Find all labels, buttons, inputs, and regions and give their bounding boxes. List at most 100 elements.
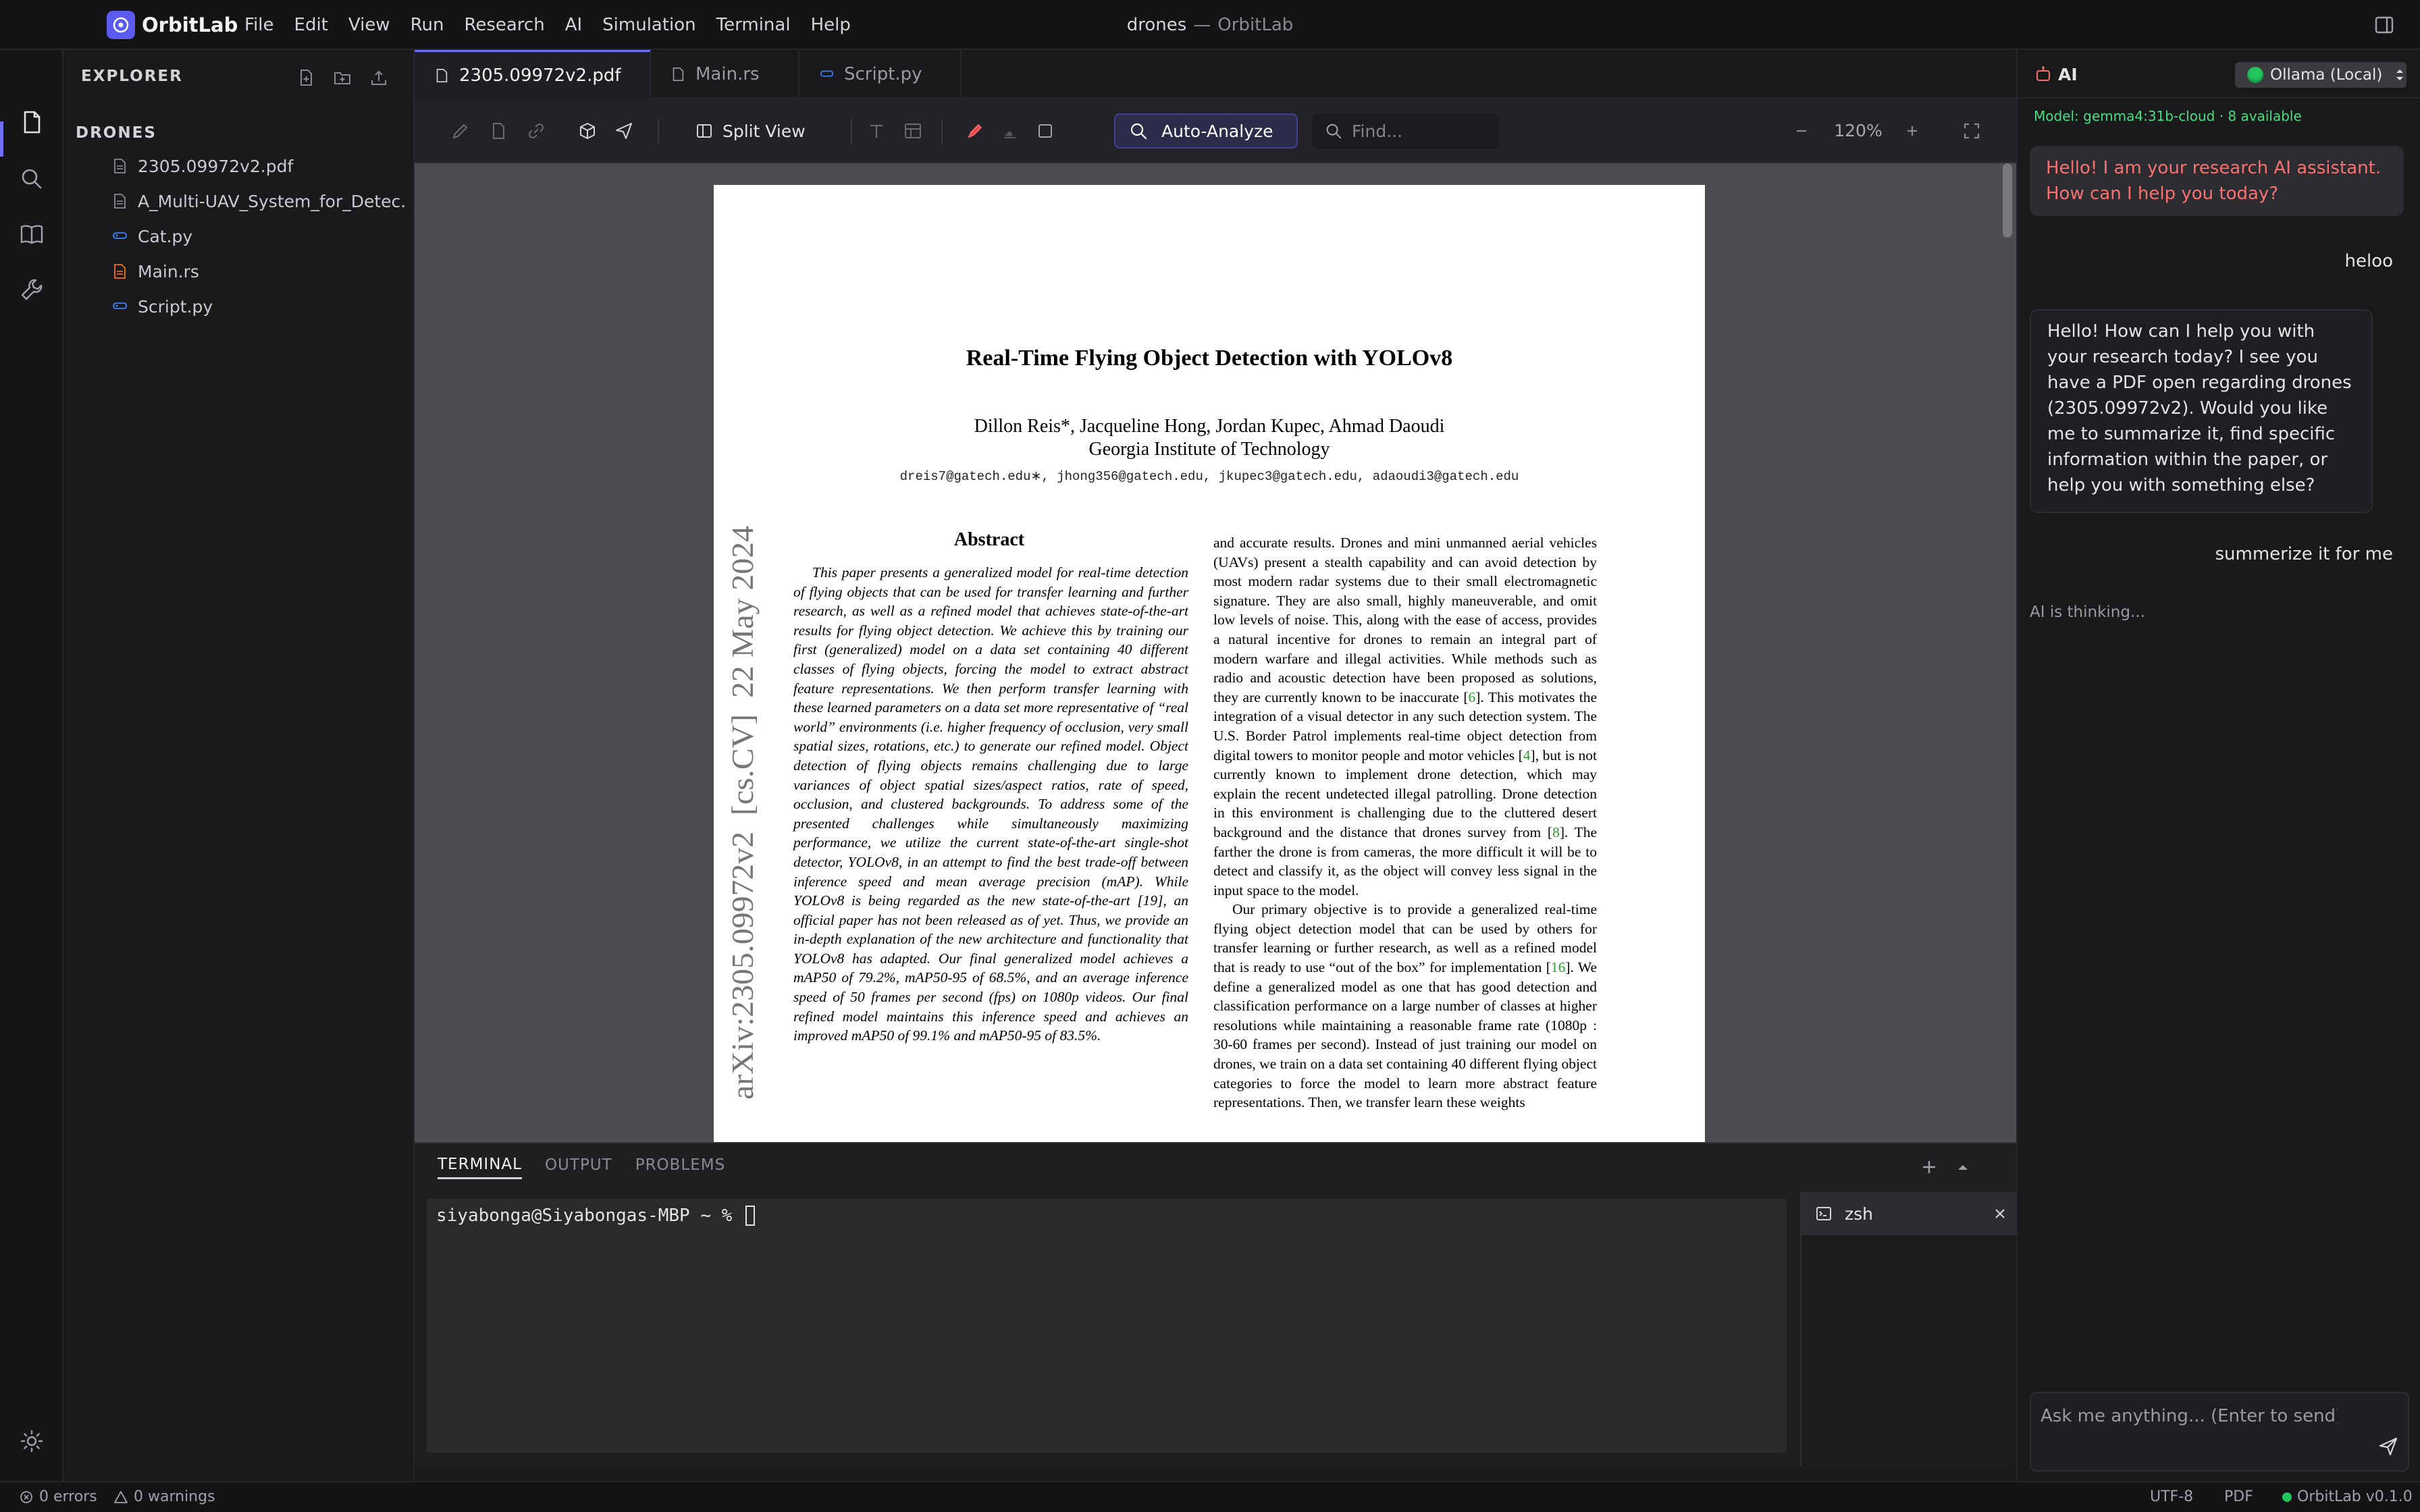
highlighter-icon[interactable] — [963, 119, 987, 143]
toolbar-divider — [851, 119, 852, 143]
book-icon[interactable] — [15, 217, 49, 251]
user-message: summerize it for me — [2215, 544, 2393, 564]
tab-pdf[interactable]: 2305.09972v2.pdf — [415, 50, 651, 99]
toolbar-divider — [941, 119, 943, 143]
collapse-panel-icon[interactable] — [1951, 1156, 1974, 1179]
ai-message: Hello! How can I help you with your rese… — [2030, 309, 2373, 513]
upload-icon[interactable] — [367, 66, 390, 89]
page-icon[interactable] — [486, 119, 510, 143]
auto-analyze-button[interactable]: Auto-Analyze — [1114, 113, 1298, 148]
tab-terminal[interactable]: TERMINAL — [438, 1156, 522, 1179]
citation-link[interactable]: 6 — [1468, 689, 1475, 705]
new-file-icon[interactable] — [294, 66, 317, 89]
new-folder-icon[interactable] — [331, 66, 354, 89]
zoom-level: 120% — [1834, 121, 1883, 140]
model-status: Model: gemma4:31b-cloud · 8 available — [2034, 108, 2302, 124]
rectangle-icon[interactable] — [1033, 119, 1057, 143]
explorer-title: EXPLORER — [81, 68, 183, 85]
text-tool-icon[interactable] — [864, 119, 889, 143]
zoom-in-icon[interactable] — [1900, 119, 1924, 143]
cube-icon[interactable] — [575, 119, 600, 143]
file-name: Cat.py — [138, 226, 193, 246]
file-item-cat-py[interactable]: Cat.py — [111, 219, 408, 254]
citation-link[interactable]: 16 — [1551, 959, 1566, 975]
pdf-scrollbar[interactable] — [2003, 163, 2012, 238]
warnings-count: 0 warnings — [134, 1488, 215, 1505]
citation-link[interactable]: 8 — [1552, 824, 1560, 840]
eraser-icon[interactable] — [998, 119, 1022, 143]
file-name: A_Multi-UAV_System_for_Detec... — [138, 191, 408, 211]
find-input[interactable] — [1352, 121, 1487, 141]
abstract-text: This paper presents a generalized model … — [793, 564, 1188, 1044]
terminal-screen[interactable]: siyabonga@Siyabongas-MBP ~ % — [427, 1199, 1787, 1453]
error-icon — [20, 1491, 32, 1503]
terminal-icon — [1816, 1207, 1831, 1220]
file-icon — [114, 194, 126, 209]
active-indicator — [0, 122, 3, 157]
file-item-pdf[interactable]: 2305.09972v2.pdf — [111, 148, 408, 184]
tab-problems[interactable]: PROBLEMS — [635, 1156, 726, 1178]
ai-chat-input[interactable] — [2041, 1403, 2338, 1430]
zoom-out-icon[interactable] — [1789, 119, 1814, 143]
file-item-main-rs[interactable]: Main.rs — [111, 254, 408, 289]
text-run: and accurate results. Drones and mini un… — [1213, 535, 1597, 705]
terminal-prompt: siyabonga@Siyabongas-MBP ~ % — [436, 1206, 755, 1226]
citation-link[interactable]: 4 — [1523, 747, 1531, 763]
status-encoding[interactable]: UTF-8 — [2150, 1488, 2193, 1507]
split-view-icon — [697, 124, 712, 138]
title-separator: — — [1193, 15, 1211, 35]
model-status-dot — [2247, 67, 2263, 83]
bottom-panel: TERMINAL OUTPUT PROBLEMS siyabonga@Siyab… — [415, 1142, 2018, 1466]
search-icon — [1326, 124, 1342, 139]
errors-count: 0 errors — [39, 1488, 97, 1505]
link-icon[interactable] — [524, 119, 548, 143]
file-item-script-py[interactable]: Script.py — [111, 289, 408, 324]
arxiv-stamp: arXiv:2305.09972v2 [cs.CV] 22 May 2024 — [726, 526, 760, 1100]
file-icon — [114, 159, 126, 173]
text-run: Our primary objective is to provide a ge… — [1213, 901, 1597, 976]
tab-output[interactable]: OUTPUT — [545, 1156, 612, 1178]
abstract-heading: Abstract — [953, 529, 1025, 550]
status-dot — [2282, 1492, 2292, 1502]
file-icon — [436, 68, 448, 82]
theme-toggle-icon[interactable] — [15, 1424, 49, 1458]
status-language[interactable]: PDF — [2224, 1488, 2253, 1507]
layout-icon[interactable] — [901, 119, 925, 143]
send-icon[interactable] — [612, 119, 636, 143]
status-errors[interactable]: 0 errors — [19, 1488, 97, 1507]
tab-label: Script.py — [844, 64, 922, 84]
close-icon[interactable] — [1989, 1203, 2011, 1224]
search-icon[interactable] — [15, 162, 49, 196]
prompt-text: siyabonga@Siyabongas-MBP ~ % — [436, 1206, 743, 1226]
folder-name[interactable]: DRONES — [76, 124, 157, 142]
pen-icon[interactable] — [448, 119, 473, 143]
paper-paragraph: and accurate results. Drones and mini un… — [1213, 533, 1597, 900]
explorer-panel: EXPLORER DRONES 2305.09972v2.pdf A_Multi… — [63, 50, 415, 1492]
text-run: ]. We define a generalized model as one … — [1213, 959, 1597, 1111]
file-item-paper[interactable]: A_Multi-UAV_System_for_Detec... — [111, 184, 408, 219]
tab-main-rs[interactable]: Main.rs — [651, 50, 799, 99]
rust-file-icon — [114, 264, 126, 279]
status-version: OrbitLab v0.1.0 — [2282, 1488, 2413, 1507]
toggle-sidebar-icon[interactable] — [2373, 14, 2396, 36]
ai-input-box — [2030, 1392, 2409, 1472]
warning-icon — [114, 1491, 128, 1503]
window-app-name: OrbitLab — [1217, 15, 1294, 35]
new-terminal-icon[interactable] — [1918, 1156, 1941, 1179]
split-view-button[interactable]: Split View — [685, 115, 816, 147]
auto-analyze-label: Auto-Analyze — [1161, 121, 1273, 141]
paper-title: Real-Time Flying Object Detection with Y… — [966, 346, 1453, 371]
terminal-session-zsh[interactable]: zsh — [1801, 1192, 2018, 1235]
wrench-icon[interactable] — [15, 273, 49, 306]
files-icon[interactable] — [15, 105, 49, 139]
pdf-viewport[interactable]: Real-Time Flying Object Detection with Y… — [415, 163, 2016, 1142]
paper-emails: dreis7@gatech.edu∗, jhong356@gatech.edu,… — [899, 469, 1519, 484]
fullscreen-icon[interactable] — [1959, 119, 1984, 143]
ai-thinking-indicator: AI is thinking... — [2030, 603, 2145, 621]
status-warnings[interactable]: 0 warnings — [113, 1488, 215, 1507]
model-select[interactable]: Ollama (Local) — [2235, 62, 2406, 88]
tab-script-py[interactable]: Script.py — [799, 50, 962, 99]
tab-label: 2305.09972v2.pdf — [459, 65, 621, 86]
version-label: OrbitLab v0.1.0 — [2297, 1488, 2413, 1505]
send-icon[interactable] — [2377, 1435, 2400, 1458]
